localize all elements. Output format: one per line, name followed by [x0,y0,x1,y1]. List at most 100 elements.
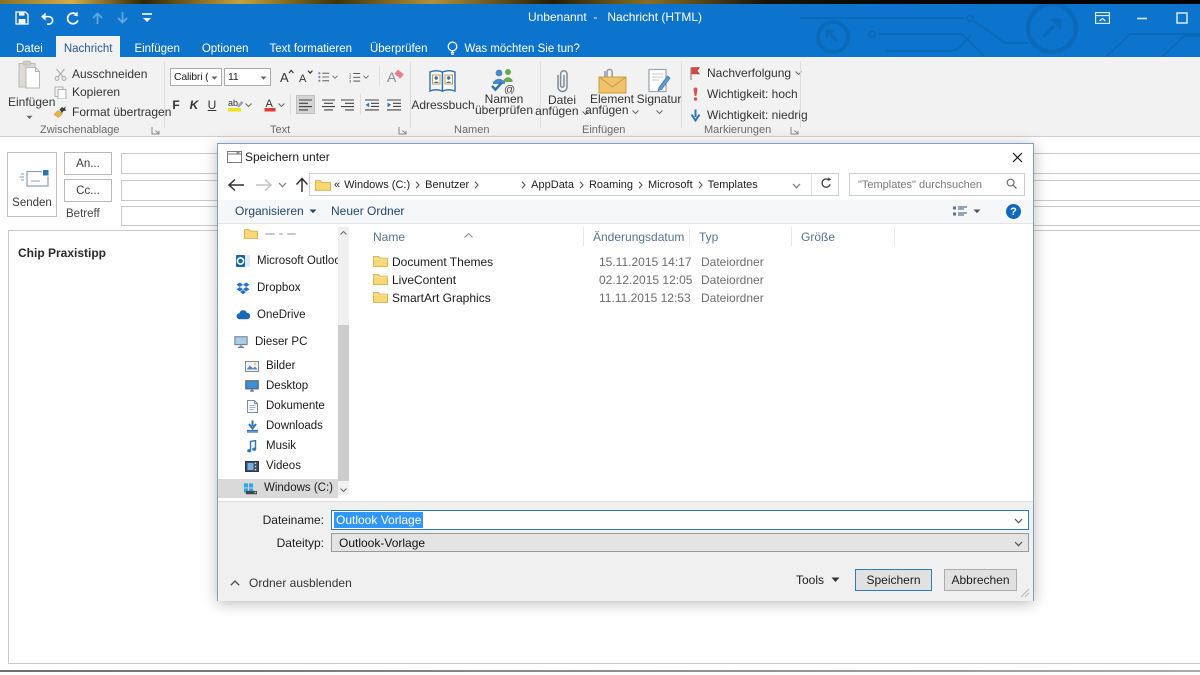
recent-locations-button[interactable] [275,173,289,197]
send-button[interactable]: Senden [7,152,57,217]
nav-item-dieser-pc[interactable]: Dieser PC [234,335,307,349]
scroll-up-icon[interactable] [338,227,349,238]
scroll-down-icon[interactable] [338,484,349,495]
italic-button[interactable]: K [186,95,202,114]
follow-up-button[interactable]: Nachverfolgung [687,65,802,81]
column-header-date[interactable]: Änderungsdatum [584,227,690,246]
scrollbar-thumb[interactable] [338,325,349,481]
save-button[interactable]: Speichern [855,569,932,591]
dialog-titlebar[interactable]: Speichern unter [218,144,1033,170]
column-header-type[interactable]: Typ [690,227,792,246]
nav-item-videos[interactable]: Videos [245,459,301,473]
dialog-close-button[interactable] [1008,148,1026,166]
filetype-select[interactable]: Outlook-Vorlage [331,533,1029,552]
nav-item-microsoft-outlook[interactable]: Microsoft Outlook [236,254,338,268]
maximize-icon[interactable] [1174,10,1190,26]
nav-item-onedrive[interactable]: OneDrive [236,308,306,322]
redo-icon[interactable] [64,10,80,26]
text-dialog-launcher-icon[interactable] [398,126,408,136]
help-button[interactable]: ? [1006,204,1021,219]
view-mode-button[interactable] [952,204,981,218]
ribbon-display-options-icon[interactable] [1094,10,1110,26]
attach-item-button[interactable]: Element anfügen [587,61,637,123]
importance-high-button[interactable]: Wichtigkeit: hoch [687,86,798,102]
shrink-font-button[interactable]: A [297,67,314,86]
grow-font-button[interactable]: A [278,67,295,86]
minimize-icon[interactable] [1134,10,1150,26]
increase-indent-button[interactable] [384,95,404,114]
breadcrumb-microsoft[interactable]: Microsoft [648,179,693,191]
signature-button[interactable]: Signatur [637,61,681,123]
address-book-button[interactable]: Adressbuch [417,61,469,119]
undo-icon[interactable] [39,10,55,26]
address-book-icon [428,69,458,95]
breadcrumb-windows-c[interactable]: Windows (C:) [344,179,410,191]
column-header-size[interactable]: Größe [792,227,895,246]
nav-item-user-folder[interactable] [244,227,300,241]
nav-item-downloads[interactable]: Downloads [245,419,323,433]
refresh-button[interactable] [814,177,838,192]
attach-file-button[interactable]: Datei anfügen [539,61,585,123]
format-painter-button[interactable]: Format übertragen [52,104,171,120]
customize-qat-icon[interactable] [139,10,155,26]
new-folder-button[interactable]: Neuer Ordner [331,204,404,218]
hide-folders-label: Ordner ausblenden [249,576,352,590]
decrease-indent-button[interactable] [362,95,382,114]
search-box[interactable]: "Templates" durchsuchen [849,173,1025,196]
filename-input[interactable]: Outlook Vorlage [331,510,1029,530]
check-names-button[interactable]: @ Namen überprüfen [475,61,533,123]
font-name-combo[interactable]: Calibri (1 [170,68,222,86]
font-color-button[interactable]: A [262,95,286,114]
breadcrumb-dropdown-icon[interactable] [784,178,809,192]
underline-button[interactable]: U [204,95,220,114]
breadcrumb-benutzer[interactable]: Benutzer [425,179,469,191]
markierungen-dialog-launcher-icon[interactable] [790,126,800,136]
font-size-combo[interactable]: 11 [224,68,271,86]
highlight-button[interactable]: ab [228,95,252,114]
paste-button[interactable]: Einfügen [8,60,50,122]
align-right-button[interactable] [338,95,357,114]
tab-optionen[interactable]: Optionen [190,36,258,57]
tab-ueberpruefen[interactable]: Überprüfen [361,36,440,57]
clear-formatting-button[interactable]: A [386,67,405,86]
nav-item-windows-c[interactable]: Windows (C:) [243,481,333,495]
organize-button[interactable]: Organisieren [235,204,317,218]
tools-dropdown-icon[interactable] [831,577,840,583]
breadcrumb-roaming[interactable]: Roaming [589,179,633,191]
to-button[interactable]: An... [64,152,112,175]
file-row-document-themes[interactable]: Document Themes 15.11.2015 14:17 Dateior… [356,253,1031,271]
nav-scrollbar[interactable] [338,227,349,495]
bold-button[interactable]: F [168,95,184,114]
breadcrumb-appdata[interactable]: AppData [531,179,574,191]
nav-item-musik[interactable]: Musik [245,439,296,453]
filename-dropdown-icon[interactable] [1014,513,1023,527]
search-icon[interactable] [1006,178,1017,192]
resize-grip[interactable] [1021,589,1030,598]
tools-button[interactable]: Tools [796,573,824,587]
align-left-button[interactable] [296,95,315,114]
breadcrumb-overflow[interactable]: « [334,179,340,191]
tellme-box[interactable]: Was möchten Sie tun? [440,36,594,57]
cc-button[interactable]: Cc... [64,179,112,202]
nav-item-dropbox[interactable]: Dropbox [236,281,300,295]
back-button[interactable] [224,173,248,197]
breadcrumb-bar[interactable]: « Windows (C:) Benutzer AppData Roaming … [309,173,839,196]
cancel-button[interactable]: Abbrechen [944,569,1017,591]
zwischenablage-dialog-launcher-icon[interactable] [151,126,161,136]
tab-nachricht[interactable]: Nachricht [56,36,121,57]
bullets-button[interactable] [318,67,338,86]
align-center-button[interactable] [319,95,338,114]
file-row-livecontent[interactable]: LiveContent 02.12.2015 12:05 Dateiordner [356,271,1031,289]
file-row-smartart-graphics[interactable]: SmartArt Graphics 11.11.2015 12:53 Datei… [356,289,1031,307]
numbering-button[interactable]: 123 [349,67,369,86]
breadcrumb-templates[interactable]: Templates [708,179,758,191]
importance-low-button[interactable]: Wichtigkeit: niedrig [687,107,808,123]
nav-item-desktop[interactable]: Desktop [245,379,308,393]
save-icon[interactable] [14,10,30,26]
hide-folders-button[interactable]: Ordner ausblenden [230,576,352,590]
tab-einfuegen[interactable]: Einfügen [120,36,189,57]
nav-item-dokumente[interactable]: Dokumente [245,399,325,413]
tab-datei[interactable]: Datei [0,36,56,57]
tab-text-formatieren[interactable]: Text formatieren [258,36,361,57]
nav-item-bilder[interactable]: Bilder [245,359,295,373]
